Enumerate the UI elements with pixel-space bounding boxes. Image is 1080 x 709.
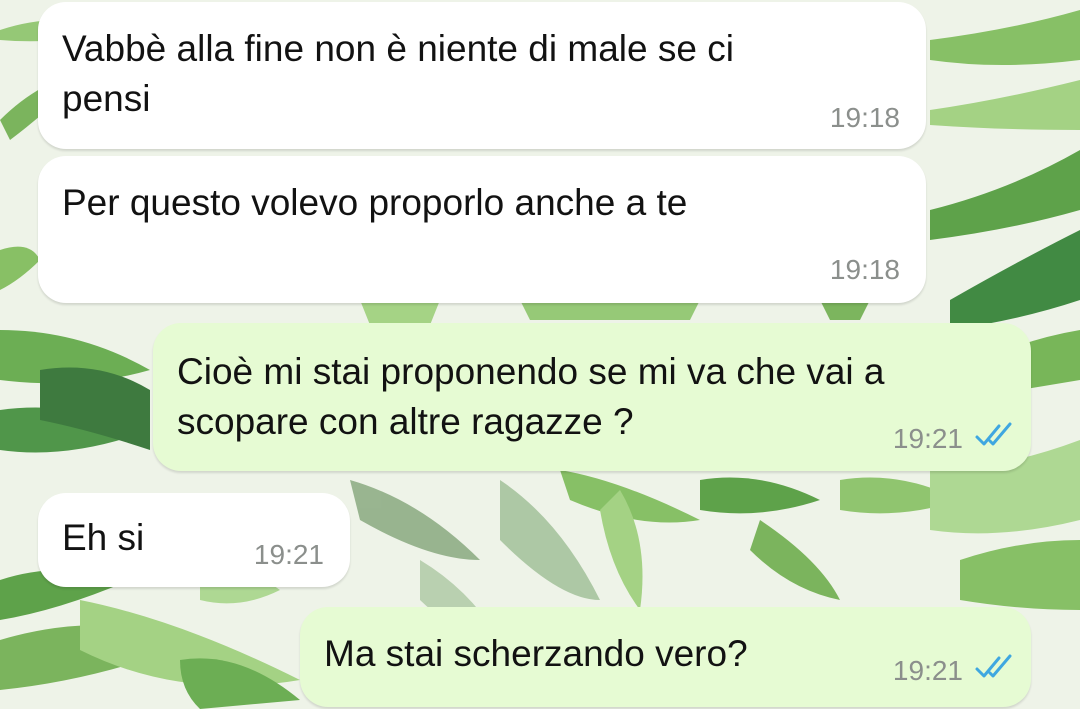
message-timestamp: 19:21 (892, 655, 963, 686)
message-text: Eh si (62, 517, 145, 558)
outgoing-message[interactable]: Ma stai scherzando vero? 19:21 (300, 607, 1031, 707)
incoming-message[interactable]: Per questo volevo proporlo anche a te 19… (38, 156, 926, 303)
message-timestamp: 19:21 (892, 423, 963, 454)
incoming-message[interactable]: Vabbè alla fine non è niente di male se … (38, 2, 926, 149)
message-timestamp: 19:18 (829, 102, 900, 133)
double-check-read-icon (975, 422, 1012, 446)
chat-conversation: Vabbè alla fine non è niente di male se … (0, 0, 1080, 709)
double-check-read-icon (975, 654, 1012, 678)
message-text: Cioè mi stai proponendo se mi va che vai… (177, 351, 885, 442)
incoming-message[interactable]: Eh si 19:21 (38, 493, 350, 587)
message-text: Ma stai scherzando vero? (324, 633, 748, 674)
message-text: Vabbè alla fine non è niente di male se … (62, 28, 734, 119)
outgoing-message[interactable]: Cioè mi stai proponendo se mi va che vai… (153, 323, 1031, 471)
message-timestamp: 19:18 (829, 254, 900, 285)
message-text: Per questo volevo proporlo anche a te (62, 182, 688, 223)
message-timestamp: 19:21 (253, 539, 324, 570)
